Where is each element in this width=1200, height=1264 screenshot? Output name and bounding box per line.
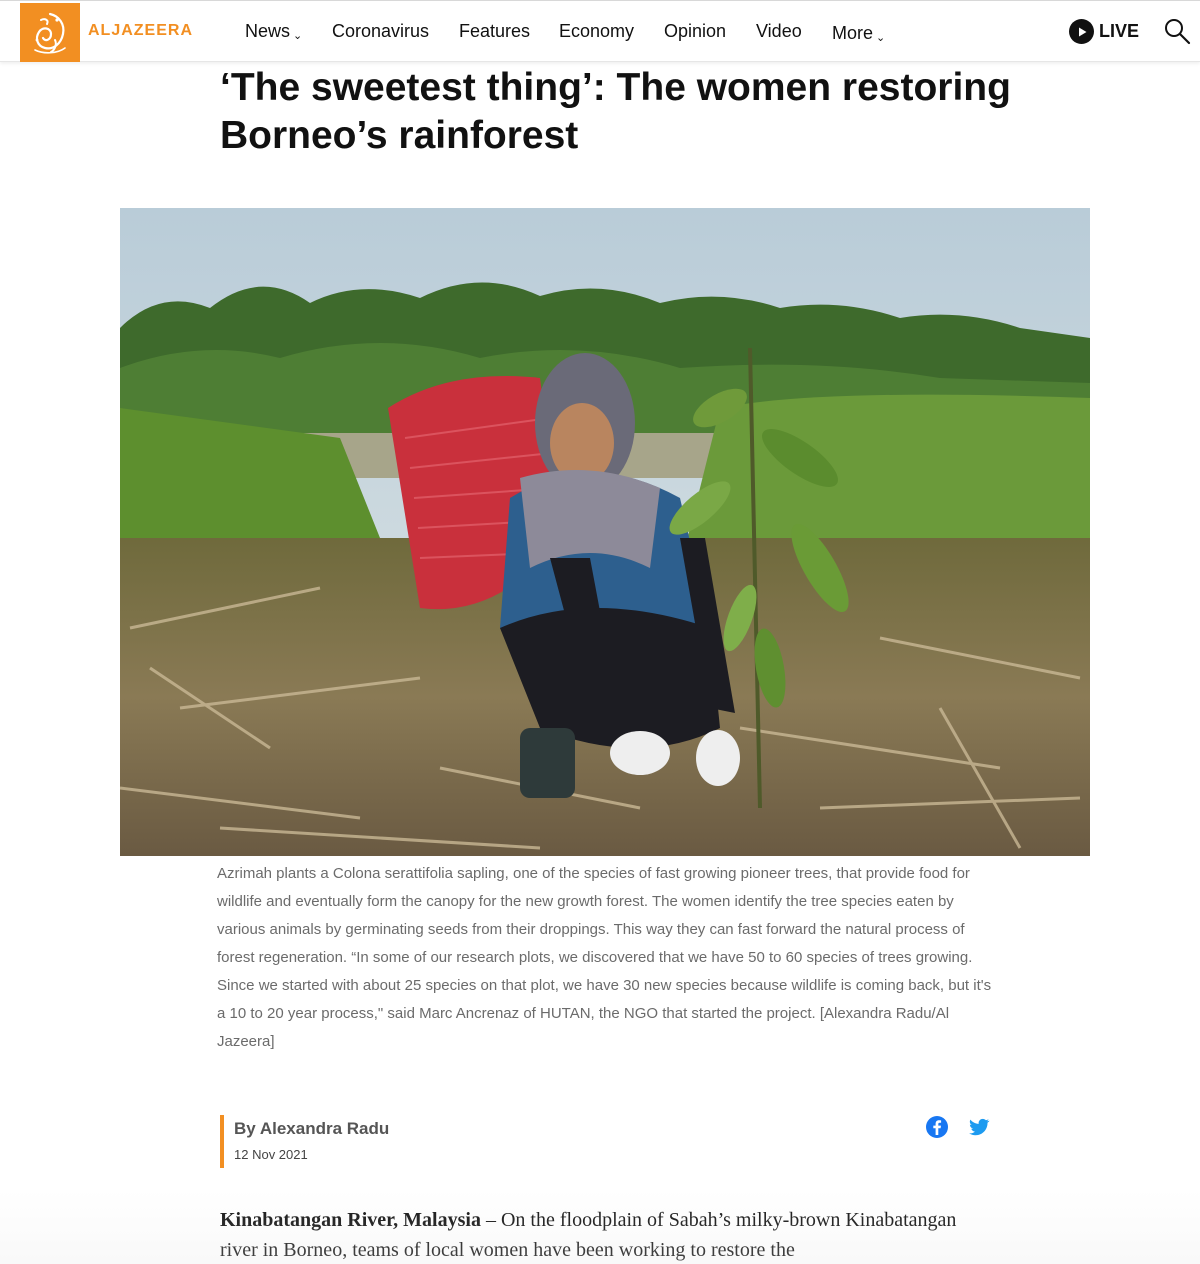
search-icon[interactable] (1163, 17, 1191, 45)
author-name[interactable]: By Alexandra Radu (234, 1119, 389, 1139)
site-header: ALJAZEERA News ⌄ Coronavirus Features Eco… (0, 0, 1200, 62)
aljazeera-calligraphy-icon (34, 12, 66, 54)
article-lead-paragraph: Kinabatangan River, Malaysia – On the fl… (220, 1205, 980, 1264)
byline: By Alexandra Radu 12 Nov 2021 (220, 1115, 389, 1168)
article-headline: ‘The sweetest thing’: The women restorin… (220, 66, 1011, 157)
facebook-icon[interactable] (925, 1115, 949, 1139)
live-button[interactable]: LIVE (1069, 19, 1139, 44)
live-label: LIVE (1099, 21, 1140, 41)
hero-photo (120, 208, 1090, 856)
twitter-icon[interactable] (967, 1115, 991, 1139)
photo-caption: Azrimah plants a Colona serattifolia sap… (217, 865, 992, 1050)
nav-item-label: Opinion (664, 21, 727, 41)
nav-item-label: Coronavirus (332, 21, 430, 41)
nav-item-label: Features (459, 21, 531, 41)
nav-item-coronavirus[interactable]: Coronavirus (332, 21, 429, 42)
publish-date: 12 Nov 2021 (234, 1147, 308, 1162)
chevron-down-icon: ⌄ (293, 30, 303, 42)
chevron-down-icon: ⌄ (876, 32, 886, 44)
logo-wordmark[interactable]: ALJAZEERA (88, 22, 193, 40)
dateline: Kinabatangan River, Malaysia (220, 1209, 481, 1231)
aljazeera-logo[interactable] (20, 3, 80, 62)
nav-item-features[interactable]: Features (459, 21, 530, 42)
nav-item-video[interactable]: Video (756, 21, 802, 42)
nav-item-label: Video (756, 21, 802, 41)
nav-item-label: News (245, 21, 291, 41)
nav-item-news[interactable]: News ⌄ (245, 21, 302, 42)
nav-item-label: Economy (559, 21, 635, 41)
nav-item-economy[interactable]: Economy (559, 21, 634, 42)
nav-item-opinion[interactable]: Opinion (664, 21, 726, 42)
nav-item-more[interactable]: More ⌄ (832, 23, 885, 44)
nav-item-label: More (832, 23, 874, 43)
play-icon (1069, 19, 1094, 44)
